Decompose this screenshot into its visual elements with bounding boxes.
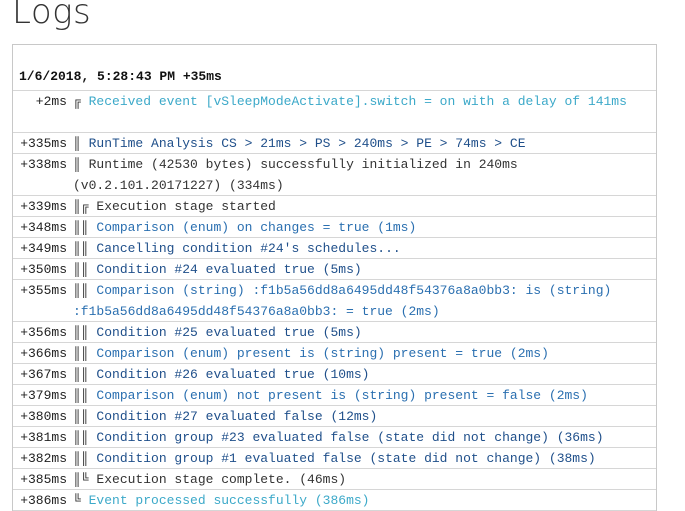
log-row-message[interactable]: Condition group #23 evaluated false (sta… [96,430,603,445]
log-indent-glyph: ║ [73,157,81,172]
log-row: +339ms ║╔ Execution stage started [13,196,656,217]
log-indent-glyph: ║║ [73,367,89,382]
log-row-time: +385ms [20,472,67,487]
log-row-message: Execution stage complete. (46ms) [96,472,347,487]
log-row-time: +381ms [20,430,67,445]
log-row-message[interactable]: Cancelling condition #24's schedules... [96,241,400,256]
log-row-message: Runtime (42530 bytes) successfully initi… [73,157,518,193]
log-row: +367ms ║║ Condition #26 evaluated true (1… [13,364,656,385]
log-row-message[interactable]: Comparison (enum) present is (string) pr… [96,346,548,361]
log-row-body: ║║ Condition #27 evaluated false (12ms) [73,406,656,426]
log-indent-glyph: ║╚ [73,472,89,487]
log-indent-glyph: ║╔ [73,199,89,214]
log-row: +355ms ║║ Comparison (string) :f1b5a56dd8… [13,280,656,322]
log-row: +381ms ║║ Condition group #23 evaluated f… [13,427,656,448]
log-row: +2ms ╔ Received event [vSleepModeActivate… [13,91,656,133]
log-row-message[interactable]: Comparison (string) :f1b5a56dd8a6495dd48… [73,283,611,319]
log-row-time: +2ms [35,94,67,109]
log-row-time: +339ms [20,199,67,214]
log-row-message[interactable]: Received event [vSleepModeActivate].swit… [89,94,627,109]
log-row-message[interactable]: Condition #25 evaluated true (5ms) [96,325,361,340]
log-panel: 1/6/2018, 5:28:43 PM +35ms +2ms ╔ Receive… [12,44,657,511]
log-row-time: +348ms [20,220,67,235]
log-row-body: ║╚ Execution stage complete. (46ms) [73,469,656,489]
log-row-time: +350ms [20,262,67,277]
log-row-body: ║║ Comparison (enum) on changes = true (… [73,217,656,237]
log-indent-glyph: ║ [73,136,81,151]
log-row: +366ms ║║ Comparison (enum) present is (s… [13,343,656,364]
log-indent-glyph: ║║ [73,451,89,466]
log-indent-glyph: ║║ [73,220,89,235]
log-row-body: ║ Runtime (42530 bytes) successfully ini… [73,154,656,195]
log-row-message: Execution stage started [96,199,276,214]
log-row-body: ║║ Comparison (string) :f1b5a56dd8a6495d… [73,280,656,321]
log-indent-glyph: ║║ [73,388,89,403]
log-row: +356ms ║║ Condition #25 evaluated true (5… [13,322,656,343]
log-indent-glyph: ║║ [73,346,89,361]
log-row-message[interactable]: Condition group #1 evaluated false (stat… [96,451,595,466]
log-row: +380ms ║║ Condition #27 evaluated false (… [13,406,656,427]
log-row-body: ║║ Condition group #1 evaluated false (s… [73,448,656,468]
log-row-message[interactable]: RunTime Analysis CS > 21ms > PS > 240ms … [89,136,526,151]
log-row-body: ║║ Condition #26 evaluated true (10ms) [73,364,656,384]
log-row-time: +386ms [20,493,67,508]
log-row-message[interactable]: Event processed successfully (386ms) [89,493,370,508]
log-row-time: +338ms [20,157,67,172]
log-row-time: +335ms [20,136,67,151]
log-indent-glyph: ║║ [73,430,89,445]
log-row: +348ms ║║ Comparison (enum) on changes = … [13,217,656,238]
log-row: +382ms ║║ Condition group #1 evaluated fa… [13,448,656,469]
log-row-body: ║║ Comparison (enum) present is (string)… [73,343,656,363]
log-row-body: ╚ Event processed successfully (386ms) [73,490,656,510]
log-row-body: ║║ Condition #24 evaluated true (5ms) [73,259,656,279]
log-row: +386ms ╚ Event processed successfully (38… [13,490,656,511]
log-indent-glyph: ║║ [73,241,89,256]
log-row-body: ║ RunTime Analysis CS > 21ms > PS > 240m… [73,133,656,153]
log-row-time: +349ms [20,241,67,256]
page-title: Logs [12,0,92,32]
log-row-time: +355ms [20,283,67,298]
log-row-body: ║║ Cancelling condition #24's schedules.… [73,238,656,258]
log-row: +385ms ║╚ Execution stage complete. (46ms… [13,469,656,490]
log-row-body: ╔ Received event [vSleepModeActivate].sw… [73,91,656,132]
log-row-time: +367ms [20,367,67,382]
log-row-message[interactable]: Condition #27 evaluated false (12ms) [96,409,377,424]
log-row-time: +366ms [20,346,67,361]
log-indent-glyph: ║║ [73,409,89,424]
log-row: +349ms ║║ Cancelling condition #24's sche… [13,238,656,259]
log-row-time: +356ms [20,325,67,340]
log-row-body: ║╔ Execution stage started [73,196,656,216]
log-row: +379ms ║║ Comparison (enum) not present i… [13,385,656,406]
log-row-time: +379ms [20,388,67,403]
log-row: +338ms ║ Runtime (42530 bytes) successful… [13,154,656,196]
log-indent-glyph: ║║ [73,325,89,340]
log-row-message[interactable]: Comparison (enum) on changes = true (1ms… [96,220,416,235]
log-indent-glyph: ║║ [73,283,89,298]
log-row-message[interactable]: Condition #24 evaluated true (5ms) [96,262,361,277]
log-indent-glyph: ╔ [73,94,81,109]
log-row-time: +382ms [20,451,67,466]
log-row: +335ms ║ RunTime Analysis CS > 21ms > PS … [13,133,656,154]
log-row-body: ║║ Condition #25 evaluated true (5ms) [73,322,656,342]
log-row-body: ║║ Condition group #23 evaluated false (… [73,427,656,447]
log-header: 1/6/2018, 5:28:43 PM +35ms [13,45,656,91]
log-row-body: ║║ Comparison (enum) not present is (str… [73,385,656,405]
log-indent-glyph: ╚ [73,493,81,508]
log-rows: +2ms ╔ Received event [vSleepModeActivate… [13,91,656,511]
log-row-message[interactable]: Condition #26 evaluated true (10ms) [96,367,369,382]
log-row-time: +380ms [20,409,67,424]
log-indent-glyph: ║║ [73,262,89,277]
log-row: +350ms ║║ Condition #24 evaluated true (5… [13,259,656,280]
log-row-message[interactable]: Comparison (enum) not present is (string… [96,388,587,403]
log-header-timestamp: 1/6/2018, 5:28:43 PM +35ms [19,69,222,84]
